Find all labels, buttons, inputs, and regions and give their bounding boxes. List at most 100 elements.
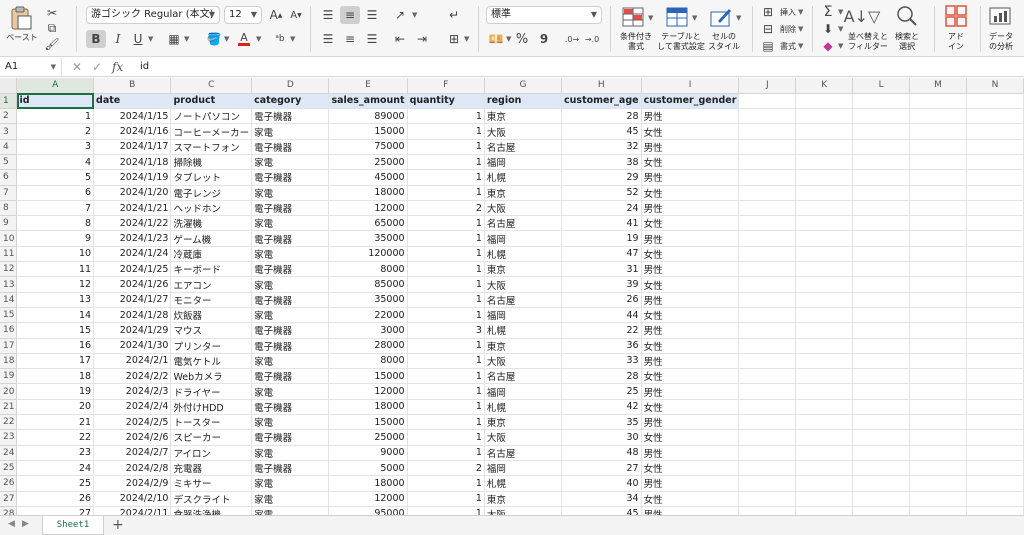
cell[interactable] <box>909 139 968 155</box>
cell[interactable]: 48 <box>561 445 642 461</box>
cell[interactable]: 1 <box>407 108 485 125</box>
cell[interactable] <box>852 261 911 278</box>
cell[interactable] <box>738 460 797 477</box>
cell[interactable] <box>909 368 968 385</box>
cell[interactable]: 男性 <box>641 414 740 431</box>
row-header[interactable]: 10 <box>0 230 18 247</box>
row-header[interactable]: 27 <box>0 491 18 507</box>
cell[interactable]: 2024/2/2 <box>93 368 172 385</box>
cell[interactable]: 2024/1/27 <box>93 292 172 308</box>
row-header[interactable]: 26 <box>0 475 18 492</box>
cell[interactable]: 2024/2/10 <box>93 491 172 507</box>
cell[interactable] <box>966 368 1024 385</box>
cell[interactable]: 男性 <box>641 230 740 247</box>
cell[interactable]: ヘッドホン <box>170 200 253 217</box>
cell[interactable]: 札幌 <box>484 322 563 339</box>
cell[interactable] <box>795 368 854 385</box>
underline-button[interactable]: U <box>128 30 148 48</box>
chevron-down-icon[interactable]: ▼ <box>838 25 843 33</box>
cell[interactable]: 52 <box>561 185 642 201</box>
cell[interactable]: 2024/1/15 <box>93 108 172 125</box>
cell[interactable] <box>738 445 797 461</box>
cell[interactable]: Webカメラ <box>170 368 253 385</box>
cell[interactable] <box>909 169 968 186</box>
bold-button[interactable]: B <box>86 30 106 48</box>
cell[interactable] <box>966 322 1024 339</box>
sheet-tab-sheet1[interactable]: Sheet1 <box>42 516 104 535</box>
cell[interactable]: 1 <box>407 139 485 155</box>
cell[interactable]: 電子機器 <box>251 322 330 339</box>
cell[interactable] <box>795 506 854 515</box>
cell[interactable]: 40 <box>561 475 642 492</box>
cell[interactable]: 女性 <box>641 276 740 293</box>
align-middle-icon[interactable]: ≡ <box>340 6 360 24</box>
cell[interactable] <box>852 338 911 354</box>
cell[interactable] <box>909 414 968 431</box>
cell[interactable]: 18 <box>16 368 95 385</box>
insert-icon[interactable]: ⊞ <box>758 3 778 21</box>
cell[interactable] <box>795 230 854 247</box>
cell[interactable]: 大阪 <box>484 123 563 140</box>
cell[interactable] <box>738 108 797 125</box>
cell[interactable]: ミキサー <box>170 475 253 492</box>
cell[interactable] <box>966 154 1024 171</box>
cell[interactable]: 1 <box>407 261 485 278</box>
cell[interactable]: 1 <box>407 414 485 431</box>
cell[interactable] <box>909 108 968 125</box>
fill-icon[interactable]: ⬇ <box>818 20 838 38</box>
cell[interactable]: 26 <box>561 292 642 308</box>
cell[interactable] <box>909 261 968 278</box>
cell[interactable]: 1 <box>407 154 485 171</box>
cell[interactable]: 2024/1/24 <box>93 246 172 263</box>
border-icon[interactable]: ▦ <box>164 30 184 48</box>
cell[interactable] <box>795 353 854 370</box>
cell[interactable] <box>909 506 968 515</box>
analyze-label[interactable]: データ の分析 <box>984 32 1018 52</box>
cell[interactable]: 1 <box>407 338 485 354</box>
comma-button[interactable]: 9 <box>534 30 554 48</box>
cell[interactable]: 33 <box>561 353 642 370</box>
cell[interactable] <box>795 261 854 278</box>
formula-input[interactable]: id <box>140 58 149 76</box>
cell[interactable] <box>966 475 1024 492</box>
cell[interactable]: 15000 <box>328 414 408 431</box>
cell[interactable] <box>738 200 797 217</box>
cell[interactable] <box>738 139 797 155</box>
cell[interactable]: 2024/1/23 <box>93 230 172 247</box>
cell[interactable]: キーボード <box>170 261 253 278</box>
cell[interactable] <box>852 169 911 186</box>
cell[interactable]: 27 <box>16 506 95 515</box>
cell[interactable]: 家電 <box>251 185 330 201</box>
column-header-a[interactable]: A <box>16 78 95 94</box>
row-header[interactable]: 2 <box>0 108 18 125</box>
cell[interactable]: 2024/1/22 <box>93 215 172 232</box>
cell[interactable]: 東京 <box>484 414 563 431</box>
cell[interactable] <box>852 123 911 140</box>
cell[interactable] <box>738 261 797 278</box>
cell[interactable]: 女性 <box>641 246 740 263</box>
cell[interactable]: 45000 <box>328 169 408 186</box>
cell[interactable]: 福岡 <box>484 383 563 400</box>
cell[interactable] <box>795 246 854 263</box>
cell[interactable]: 8 <box>16 215 95 232</box>
cell[interactable]: 大阪 <box>484 276 563 293</box>
row-header[interactable]: 20 <box>0 383 18 400</box>
cell[interactable]: 31 <box>561 261 642 278</box>
cell[interactable]: 女性 <box>641 429 740 446</box>
cell[interactable] <box>909 429 968 446</box>
cell[interactable]: 家電 <box>251 123 330 140</box>
cell[interactable]: 福岡 <box>484 460 563 477</box>
prev-sheet-icon[interactable]: ◀ <box>8 519 15 529</box>
header-cell[interactable] <box>852 93 911 110</box>
cell[interactable]: 家電 <box>251 445 330 461</box>
cell[interactable]: 8000 <box>328 261 408 278</box>
cell[interactable]: 女性 <box>641 491 740 507</box>
cell[interactable]: 36 <box>561 338 642 354</box>
cell[interactable]: 25000 <box>328 429 408 446</box>
cell[interactable]: 18000 <box>328 185 408 201</box>
cell[interactable] <box>909 383 968 400</box>
cell[interactable]: 電子機器 <box>251 230 330 247</box>
cell[interactable]: トースター <box>170 414 253 431</box>
cell[interactable]: 掃除機 <box>170 154 253 171</box>
cell[interactable]: 女性 <box>641 338 740 354</box>
